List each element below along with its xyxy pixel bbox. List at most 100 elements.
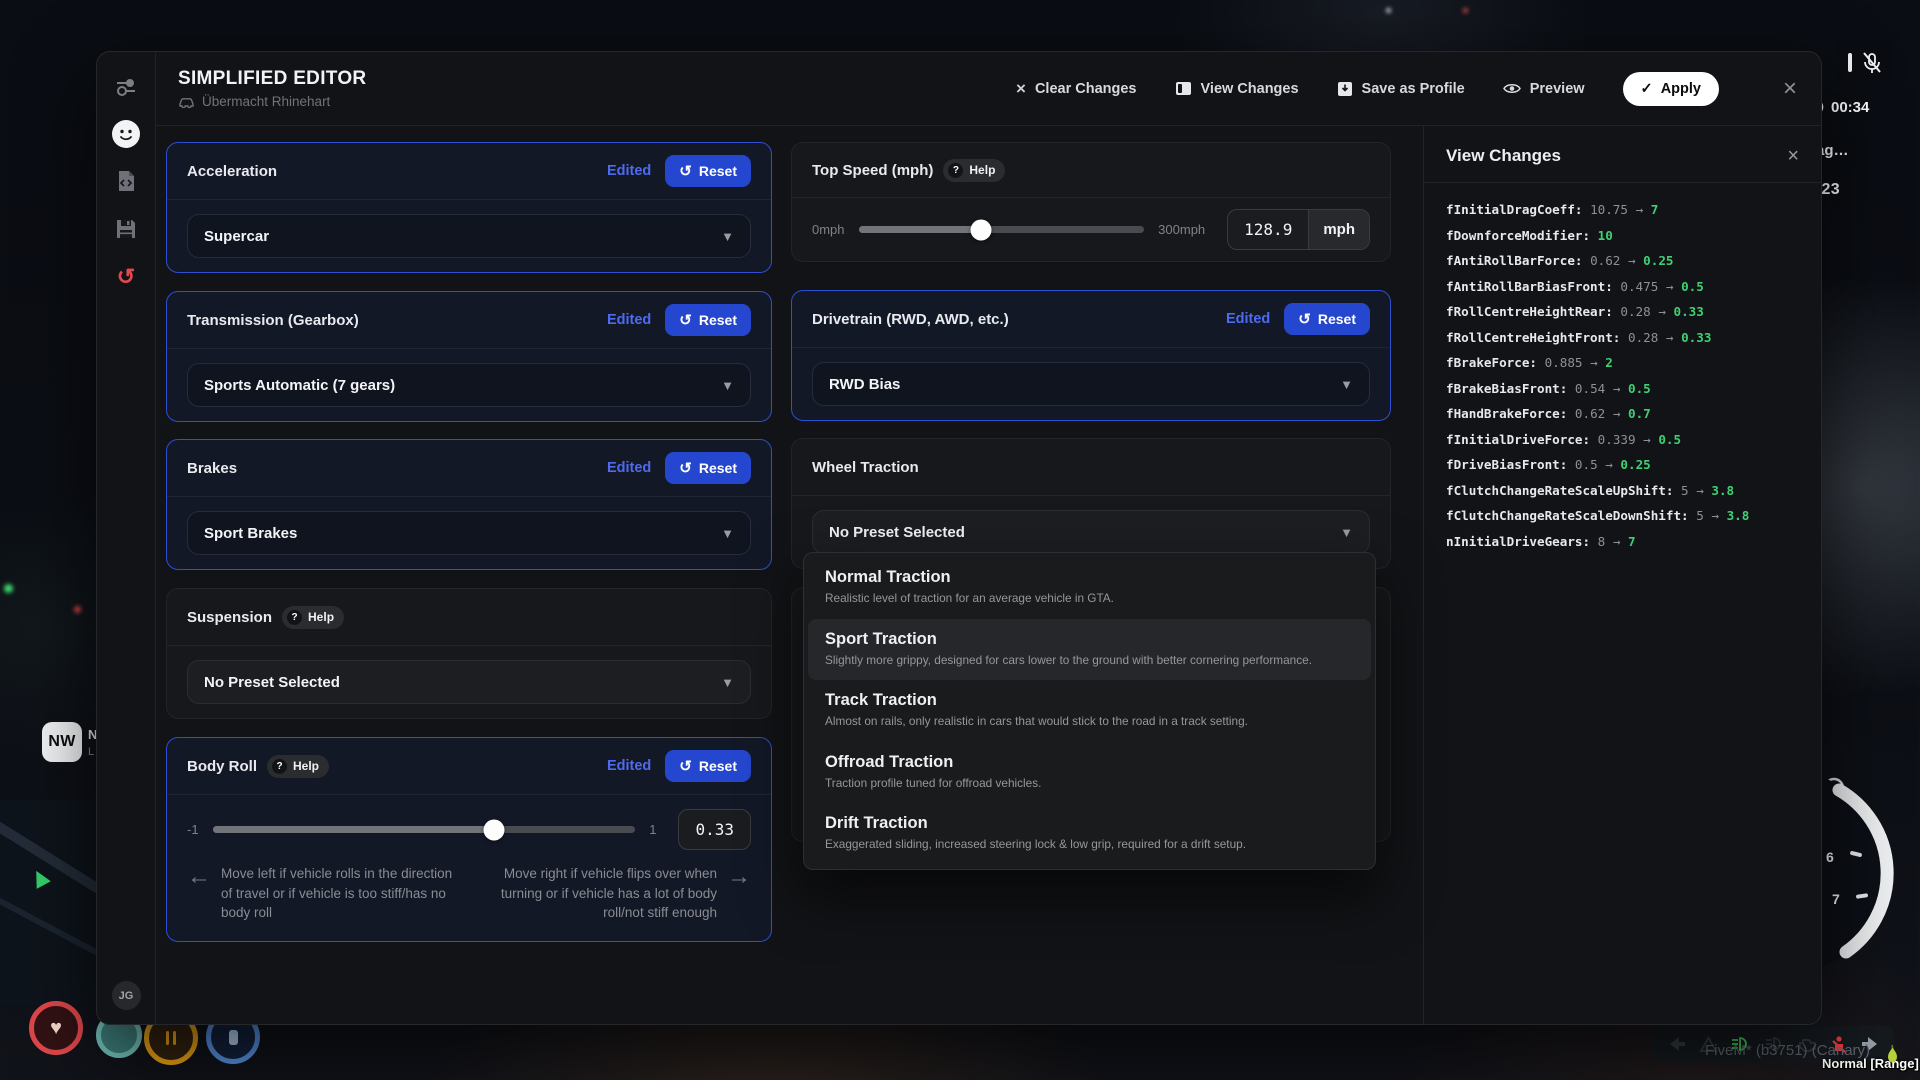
bokeh-red-dot [74, 606, 81, 613]
top-speed-card: Top Speed (mph) ?Help 0mph 300mph [791, 142, 1391, 262]
simplified-mode-icon[interactable] [112, 120, 140, 148]
chevron-down-icon: ▼ [721, 229, 734, 244]
editor-header: SIMPLIFIED EDITOR Übermacht Rhinehart × … [156, 52, 1821, 126]
traction-option[interactable]: Sport TractionSlightly more grippy, desi… [808, 619, 1371, 681]
voice-range-label: Normal [Range] [1822, 1056, 1919, 1071]
reset-icon: ↺ [679, 313, 692, 328]
reset-button[interactable]: ↺Reset [665, 155, 751, 187]
save-as-profile-button[interactable]: Save as Profile [1337, 81, 1465, 97]
preview-button[interactable]: Preview [1503, 81, 1585, 97]
transmission-select[interactable]: Sports Automatic (7 gears)▼ [187, 363, 751, 407]
file-code-icon[interactable] [111, 166, 141, 196]
reset-button[interactable]: ↺Reset [665, 750, 751, 782]
traction-option[interactable]: Offroad TractionTraction profile tuned f… [808, 742, 1371, 804]
health-indicator: ♥ [29, 1001, 83, 1055]
question-icon: ? [948, 163, 963, 178]
voice-level-bar [1848, 53, 1852, 72]
edited-badge: Edited [607, 312, 651, 328]
edited-badge: Edited [607, 758, 651, 774]
change-entry: fBrakeBiasFront: 0.54 → 0.5 [1446, 376, 1799, 402]
drivetrain-select[interactable]: RWD Bias▼ [812, 362, 1370, 406]
panel-title: View Changes [1446, 146, 1561, 166]
view-changes-panel: View Changes × fInitialDragCoeff: 10.75 … [1423, 126, 1821, 1024]
change-entry: fRollCentreHeightRear: 0.28 → 0.33 [1446, 299, 1799, 325]
change-entry: fInitialDragCoeff: 10.75 → 7 [1446, 197, 1799, 223]
food-icon [166, 1031, 169, 1045]
arrow-right-icon: → [727, 864, 751, 923]
editor-content: Acceleration Edited ↺Reset Supercar▼ [156, 126, 1423, 1024]
save-profile-icon [1337, 81, 1353, 97]
vehicle-name: Übermacht Rhinehart [202, 94, 330, 109]
slider-thumb[interactable] [483, 819, 504, 840]
save-icon[interactable] [111, 214, 141, 244]
reset-button[interactable]: ↺Reset [665, 304, 751, 336]
slider-min-label: 0mph [812, 222, 845, 237]
unit-label: mph [1308, 210, 1369, 249]
indicator-left-icon [1667, 1036, 1687, 1052]
help-badge[interactable]: ?Help [267, 755, 329, 778]
apply-button[interactable]: ✓ Apply [1623, 72, 1719, 106]
reset-icon: ↺ [679, 164, 692, 179]
drivetrain-card: Drivetrain (RWD, AWD, etc.) Edited ↺Rese… [791, 290, 1391, 421]
bokeh-green-dot [4, 584, 13, 593]
chevron-down-icon: ▼ [721, 526, 734, 541]
view-changes-button[interactable]: View Changes [1175, 81, 1299, 97]
change-entry: nInitialDriveGears: 8 → 7 [1446, 529, 1799, 555]
page-title: SIMPLIFIED EDITOR [178, 68, 366, 90]
transmission-card: Transmission (Gearbox) Edited ↺Reset Spo… [166, 291, 772, 422]
card-title: Brakes [187, 460, 237, 477]
wheel-traction-select[interactable]: No Preset Selected▼ [812, 510, 1370, 554]
change-entry: fAntiRollBarForce: 0.62 → 0.25 [1446, 248, 1799, 274]
wheel-traction-card: Wheel Traction No Preset Selected▼ [791, 438, 1391, 569]
chevron-down-icon: ▼ [721, 675, 734, 690]
top-speed-value-box[interactable]: 128.9 mph [1227, 209, 1370, 250]
help-badge[interactable]: ?Help [943, 159, 1005, 182]
help-badge[interactable]: ?Help [282, 606, 344, 629]
body-roll-card: Body Roll ?Help Edited ↺Reset -1 [166, 737, 772, 942]
traction-option[interactable]: Normal TractionRealistic level of tracti… [808, 557, 1371, 619]
avatar[interactable]: JG [112, 981, 141, 1010]
traction-menu: Normal TractionRealistic level of tracti… [803, 552, 1376, 870]
reset-button[interactable]: ↺Reset [665, 452, 751, 484]
change-entry: fRollCentreHeightFront: 0.28 → 0.33 [1446, 325, 1799, 351]
reset-all-icon[interactable]: ↺ [111, 262, 141, 292]
clear-changes-button[interactable]: × Clear Changes [1016, 80, 1136, 97]
top-speed-slider[interactable] [859, 226, 1145, 233]
car-icon [178, 96, 195, 108]
body-roll-slider[interactable] [213, 826, 636, 833]
brakes-select[interactable]: Sport Brakes▼ [187, 511, 751, 555]
slider-max-label: 300mph [1158, 222, 1205, 237]
player-marker-icon [29, 867, 51, 889]
right-hint-text: Move right if vehicle flips over when tu… [475, 864, 717, 923]
acceleration-select[interactable]: Supercar▼ [187, 214, 751, 258]
reset-icon: ↺ [679, 461, 692, 476]
traction-option[interactable]: Drift TractionExaggerated sliding, incre… [808, 803, 1371, 865]
close-icon[interactable]: × [1783, 77, 1797, 101]
panel-close-icon[interactable]: × [1787, 146, 1799, 166]
notification-badge: NW [42, 722, 82, 762]
suspension-card: Suspension ?Help No Preset Selected▼ [166, 588, 772, 719]
reset-button[interactable]: ↺Reset [1284, 303, 1370, 335]
clear-icon: × [1016, 80, 1026, 97]
change-entry: fInitialDriveForce: 0.339 → 0.5 [1446, 427, 1799, 453]
traction-option[interactable]: Track TractionAlmost on rails, only real… [808, 680, 1371, 742]
suspension-select[interactable]: No Preset Selected▼ [187, 660, 751, 704]
svg-text:7: 7 [1832, 891, 1840, 907]
simplified-editor-modal: ↺ JG SIMPLIFIED EDITOR Übermacht Rhineha… [96, 51, 1822, 1025]
pear-icon [1884, 1044, 1900, 1066]
change-entry: fClutchChangeRateScaleDownShift: 5 → 3.8 [1446, 503, 1799, 529]
change-entry: fClutchChangeRateScaleUpShift: 5 → 3.8 [1446, 478, 1799, 504]
voice-indicator [1836, 39, 1894, 86]
question-icon: ? [272, 759, 287, 774]
tuning-sliders-icon[interactable] [111, 72, 141, 102]
card-title: Transmission (Gearbox) [187, 312, 359, 329]
change-entry: fDriveBiasFront: 0.5 → 0.25 [1446, 452, 1799, 478]
slider-thumb[interactable] [971, 219, 992, 240]
arrow-left-icon: ← [187, 864, 211, 923]
body-roll-value-box[interactable]: 0.33 [678, 809, 751, 850]
slider-min-label: -1 [187, 822, 199, 837]
change-entry: fDownforceModifier: 10 [1446, 223, 1799, 249]
view-changes-list: fInitialDragCoeff: 10.75 → 7fDownforceMo… [1446, 197, 1799, 554]
reset-icon: ↺ [679, 759, 692, 774]
bokeh-red-dot-top [1463, 8, 1468, 13]
